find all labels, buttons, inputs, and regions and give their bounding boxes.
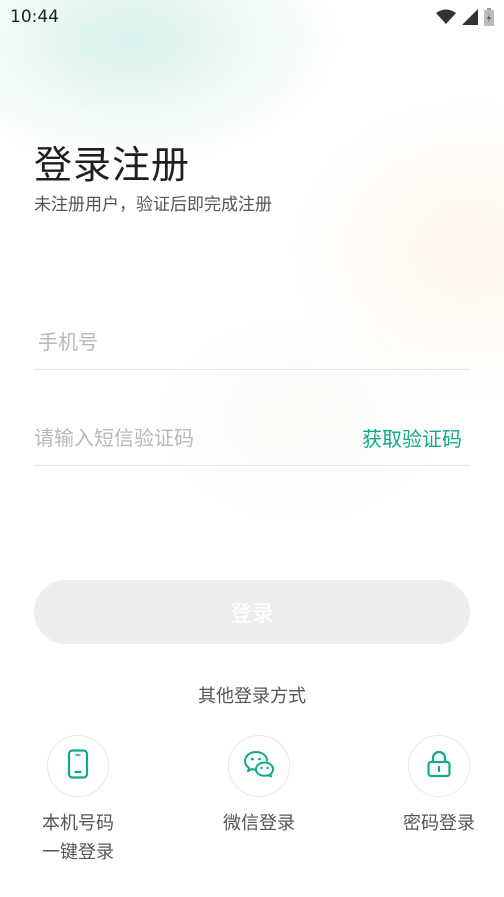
one-tap-login-label: 本机号码 一键登录 (42, 809, 114, 867)
page-subtitle: 未注册用户，验证后即完成注册 (34, 195, 272, 215)
page-title: 登录注册 (34, 143, 191, 187)
other-login-methods-title: 其他登录方式 (198, 686, 306, 707)
wechat-login-button[interactable] (228, 735, 290, 797)
one-tap-login-button[interactable] (47, 735, 109, 797)
wechat-icon (243, 750, 275, 782)
password-login-option[interactable]: 密码登录 (379, 735, 499, 838)
wechat-login-label: 微信登录 (223, 813, 295, 834)
one-tap-login-label-line1: 本机号码 (42, 813, 114, 834)
status-icons (436, 8, 494, 26)
phone-icon (67, 749, 89, 783)
get-code-button[interactable]: 获取验证码 (362, 423, 470, 452)
sms-code-input[interactable] (34, 425, 362, 450)
one-tap-login-label-line2: 一键登录 (42, 842, 114, 863)
phone-field (34, 314, 470, 370)
password-login-button[interactable] (408, 735, 470, 797)
wechat-login-option[interactable]: 微信登录 (199, 735, 319, 838)
sms-code-field: 获取验证码 (34, 410, 470, 466)
battery-icon (484, 8, 494, 26)
signal-icon (462, 9, 478, 25)
phone-input[interactable] (34, 329, 470, 354)
status-time: 10:44 (10, 7, 59, 27)
login-screen: 10:44 登录注册 未注册用户，验证后即完成注册 获取验证码 (0, 0, 504, 897)
one-tap-login-option[interactable]: 本机号码 一键登录 (18, 735, 138, 867)
lock-icon (426, 750, 452, 782)
login-button[interactable]: 登录 (34, 580, 470, 644)
status-bar: 10:44 (0, 0, 504, 34)
password-login-label: 密码登录 (403, 813, 475, 834)
wifi-icon (436, 9, 456, 25)
